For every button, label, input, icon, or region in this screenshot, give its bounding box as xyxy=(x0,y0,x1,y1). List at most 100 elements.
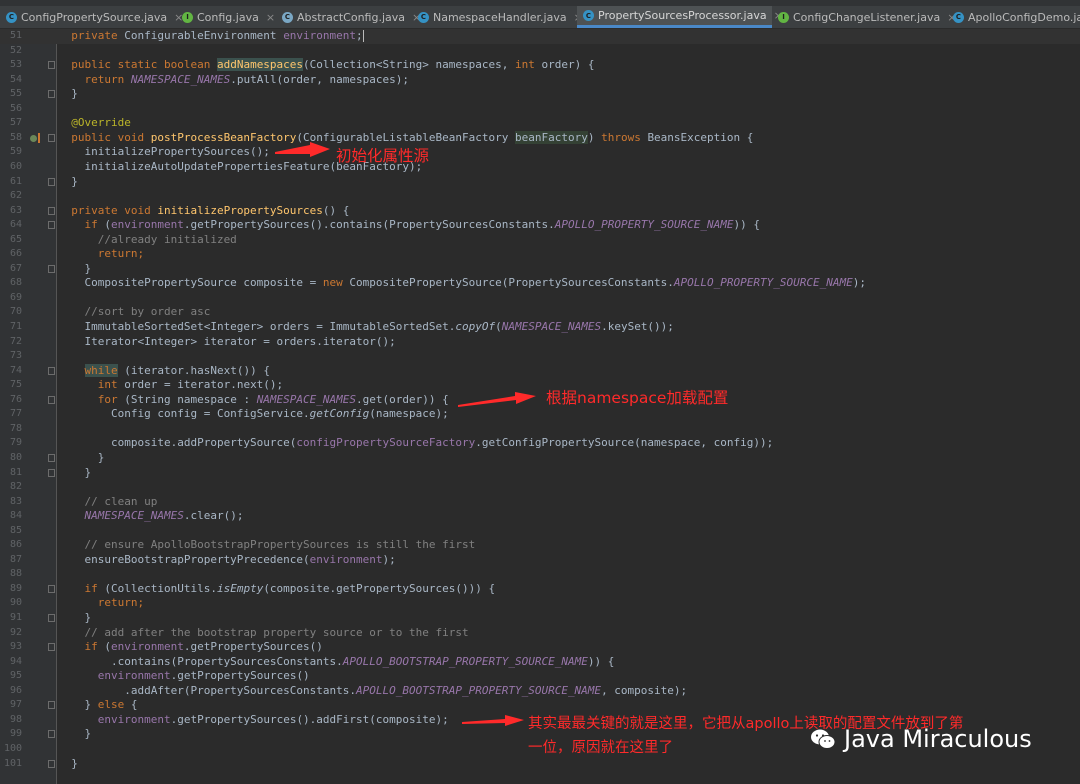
fold-icon[interactable] xyxy=(48,614,55,622)
line-number: 59 xyxy=(9,146,22,158)
code-text: } xyxy=(58,756,78,770)
line-number: 62 xyxy=(9,190,22,202)
code-editor[interactable]: 51 private ConfigurableEnvironment envir… xyxy=(0,29,1080,784)
annotation-initialize: 初始化属性源 xyxy=(336,147,430,165)
line-number: 55 xyxy=(9,88,22,100)
fold-icon[interactable] xyxy=(48,264,55,273)
code-text: NAMESPACE_NAMES.clear(); xyxy=(84,509,244,523)
line-number: 91 xyxy=(9,612,22,623)
line-number: 97 xyxy=(9,699,22,711)
code-text: if (environment.getPropertySources() xyxy=(58,640,323,654)
fold-icon[interactable] xyxy=(48,133,55,142)
tab-apollo-config-demo[interactable]: C ApolloConfigDemo.java xyxy=(947,6,1080,28)
line-number: 88 xyxy=(9,568,22,580)
code-line: 68 CompositePropertySource composite = n… xyxy=(0,276,1080,291)
code-text: // clean up xyxy=(58,494,158,508)
fold-icon[interactable] xyxy=(48,206,55,215)
code-line: 67 } xyxy=(0,262,1080,277)
line-number: 65 xyxy=(9,233,22,245)
code-line: 58 public void postProcessBeanFactory(Co… xyxy=(0,130,1080,146)
fold-icon[interactable] xyxy=(48,643,55,652)
text-caret xyxy=(362,30,364,42)
code-text: } xyxy=(58,261,92,275)
line-number: 86 xyxy=(9,539,22,551)
tab-namespace-handler[interactable]: C NamespaceHandler.java × xyxy=(412,6,583,28)
code-text: private ConfigurableEnvironment environm… xyxy=(58,29,364,42)
tab-config-change-listener[interactable]: I ConfigChangeListener.java × xyxy=(772,6,956,28)
code-line: 51 private ConfigurableEnvironment envir… xyxy=(0,29,1080,44)
fold-icon[interactable] xyxy=(48,366,55,375)
code-line: 66 return; xyxy=(0,247,1080,262)
code-line: 59 initializePropertySources(); xyxy=(0,145,1080,160)
line-number: 93 xyxy=(9,641,22,653)
fold-icon[interactable] xyxy=(48,90,55,99)
code-text: } xyxy=(58,727,92,741)
fold-icon[interactable] xyxy=(48,221,55,230)
code-line: 56 xyxy=(0,102,1080,117)
line-number: 95 xyxy=(9,670,22,682)
line-number: 53 xyxy=(9,59,22,71)
line-number: 69 xyxy=(9,291,22,303)
fold-icon[interactable] xyxy=(48,759,55,768)
code-text: initializePropertySources(); xyxy=(58,145,270,159)
code-line: 89 if (CollectionUtils.isEmpty(composite… xyxy=(0,582,1080,597)
code-text: int order = iterator.next(); xyxy=(58,378,284,392)
code-text: } xyxy=(58,465,92,479)
line-number: 99 xyxy=(9,728,22,740)
fold-icon[interactable] xyxy=(48,453,55,462)
code-text: ImmutableSortedSet<Integer> orders = Imm… xyxy=(58,320,674,333)
wechat-icon xyxy=(811,729,836,749)
code-text: //sort by order asc xyxy=(58,305,211,319)
fold-icon[interactable] xyxy=(48,730,55,739)
line-number: 80 xyxy=(9,451,22,463)
code-text: composite.addPropertySource(configProper… xyxy=(58,436,774,450)
code-text: environment.getPropertySources().addFirs… xyxy=(97,712,449,726)
tab-label: ConfigPropertySource.java xyxy=(21,10,168,24)
line-number: 68 xyxy=(9,277,22,289)
interface-icon: I xyxy=(182,11,193,23)
close-icon[interactable]: × xyxy=(266,11,275,24)
fold-icon[interactable] xyxy=(48,468,55,477)
tab-property-sources-processor[interactable]: C PropertySourcesProcessor.java × xyxy=(577,6,783,28)
code-line: 93 if (environment.getPropertySources() xyxy=(0,640,1080,655)
tab-label: NamespaceHandler.java xyxy=(433,10,567,24)
code-line: 83 // clean up xyxy=(0,495,1080,510)
tab-abstract-config[interactable]: C AbstractConfig.java × xyxy=(276,6,421,28)
line-number: 74 xyxy=(9,364,22,376)
line-number: 92 xyxy=(9,626,22,638)
tab-config-property-source[interactable]: C ConfigPropertySource.java × xyxy=(0,6,183,28)
line-number: 83 xyxy=(9,495,22,507)
fold-icon[interactable] xyxy=(48,61,55,70)
code-line: 57 @Override xyxy=(0,116,1080,131)
code-line: 101 } xyxy=(0,757,1080,772)
line-number: 94 xyxy=(9,655,22,667)
line-number: 72 xyxy=(9,335,22,347)
tab-label: ConfigChangeListener.java xyxy=(793,10,941,24)
line-number: 54 xyxy=(9,73,22,85)
line-number: 73 xyxy=(9,350,22,362)
annotation-namespace: 根据namespace加载配置 xyxy=(546,389,729,407)
fold-icon[interactable] xyxy=(48,177,55,186)
code-line: 63 private void initializePropertySource… xyxy=(0,204,1080,219)
fold-icon[interactable] xyxy=(48,701,55,710)
tab-config[interactable]: I Config.java × xyxy=(176,6,276,28)
code-line: 72 Iterator<Integer> iterator = orders.i… xyxy=(0,335,1080,350)
code-line: 52 xyxy=(0,44,1080,59)
line-number: 66 xyxy=(9,248,22,260)
code-line: 79 composite.addPropertySource(configPro… xyxy=(0,436,1080,451)
override-marker-icon[interactable] xyxy=(30,134,37,142)
line-number: 52 xyxy=(9,44,22,56)
line-number: 84 xyxy=(9,510,22,522)
fold-icon[interactable] xyxy=(48,584,55,593)
fold-icon[interactable] xyxy=(48,395,55,404)
line-number: 98 xyxy=(9,713,22,725)
code-text: Config config = ConfigService.getConfig(… xyxy=(58,407,449,421)
code-line: 80 } xyxy=(0,451,1080,466)
code-line: 86 // ensure ApolloBootstrapPropertySour… xyxy=(0,538,1080,553)
code-line: 61 } xyxy=(0,175,1080,190)
code-text: while (iterator.hasNext()) { xyxy=(84,363,270,377)
breakpoint-marker-icon[interactable] xyxy=(38,132,40,143)
code-line: 74 while (iterator.hasNext()) { xyxy=(0,363,1080,379)
code-text: // ensure ApolloBootstrapPropertySources… xyxy=(58,538,476,552)
code-text: CompositePropertySource composite = new … xyxy=(58,276,866,290)
